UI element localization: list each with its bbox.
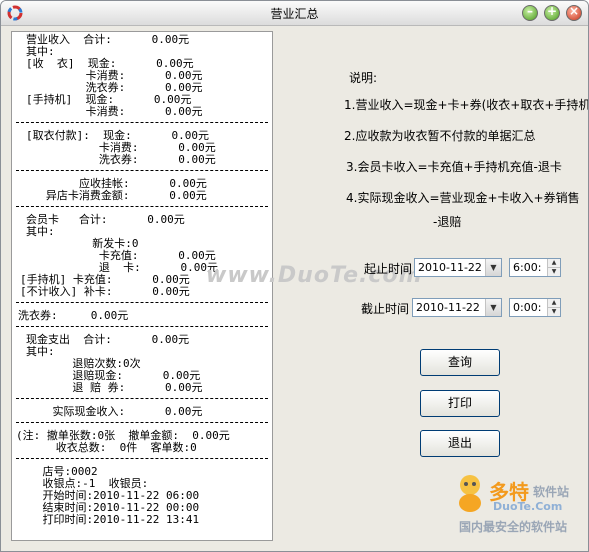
- query-button[interactable]: 查询: [420, 349, 500, 376]
- report-line: 退 赔 券: 0.00元: [26, 381, 203, 394]
- note-item: 3.会员卡收入=卡充值+手持机充值-退卡: [346, 160, 562, 174]
- notes-heading: 说明:: [349, 71, 378, 85]
- note-item: 4.实际现金收入=营业现金+卡收入+券销售: [346, 191, 580, 205]
- start-time-label: 起止时间: [364, 262, 413, 276]
- end-date-picker[interactable]: 2010-11-22 ▼: [412, 298, 502, 317]
- window-title: 营业汇总: [270, 7, 319, 21]
- note-item: -退赔: [433, 215, 462, 229]
- report-line: 卡消费: 0.00元: [26, 105, 203, 118]
- note-item: 2.应收款为收衣暂不付款的单据汇总: [344, 129, 536, 143]
- report-line: 洗衣券: 0.00元: [18, 309, 129, 322]
- end-date-value: 2010-11-22: [416, 301, 480, 314]
- main-window: 营业汇总 – + × 营业收入 合计: 0.00元 其中: [收 衣] 现金: …: [0, 0, 589, 552]
- divider: [16, 302, 268, 303]
- close-button[interactable]: ×: [566, 4, 582, 21]
- brand-slogan: 国内最安全的软件站: [459, 520, 568, 534]
- start-time-value: 6:00:: [513, 261, 542, 274]
- mascot-logo-icon: [459, 475, 481, 512]
- close-icon: ×: [568, 4, 580, 18]
- exit-button[interactable]: 退出: [420, 430, 500, 457]
- end-time-label: 截止时间: [361, 302, 410, 316]
- title-bar: 营业汇总 – + ×: [1, 1, 588, 26]
- brand-url: DuoTe.Com: [493, 500, 563, 513]
- brand-subtitle: 软件站: [533, 485, 570, 499]
- start-time-spinner[interactable]: 6:00: ▲ ▼: [509, 258, 561, 277]
- report-line: 打印时间:2010-11-22 13:41: [16, 513, 200, 526]
- end-time-value: 0:00:: [513, 301, 542, 314]
- divider: [16, 170, 268, 171]
- divider: [16, 398, 268, 399]
- minimize-button[interactable]: –: [522, 4, 538, 21]
- divider: [16, 206, 268, 207]
- start-date-picker[interactable]: 2010-11-22 ▼: [414, 258, 502, 277]
- spinner-icon[interactable]: ▲ ▼: [547, 259, 560, 276]
- start-date-value: 2010-11-22: [418, 261, 482, 274]
- divider: [16, 458, 268, 459]
- divider: [16, 326, 268, 327]
- report-line: 异店卡消费金额: 0.00元: [26, 189, 207, 202]
- chevron-down-icon[interactable]: ▼: [485, 299, 501, 316]
- report-line: [不计收入] 补卡: 0.00元: [20, 285, 190, 298]
- note-item: 1.营业收入=现金+卡+券(收衣+取衣+手持机): [344, 98, 589, 112]
- end-time-spinner[interactable]: 0:00: ▲ ▼: [509, 298, 561, 317]
- divider: [16, 122, 268, 123]
- chevron-down-icon[interactable]: ▼: [485, 259, 501, 276]
- print-button[interactable]: 打印: [420, 390, 500, 417]
- minimize-icon: –: [527, 4, 533, 18]
- report-line: 洗衣券: 0.00元: [26, 153, 216, 166]
- maximize-button[interactable]: +: [544, 4, 560, 21]
- spinner-icon[interactable]: ▲ ▼: [547, 299, 560, 316]
- divider: [16, 422, 268, 423]
- report-line: 收衣总数: 0件 客单数:0: [16, 441, 197, 454]
- report-line: 实际现金收入: 0.00元: [26, 405, 203, 418]
- maximize-icon: +: [546, 4, 558, 18]
